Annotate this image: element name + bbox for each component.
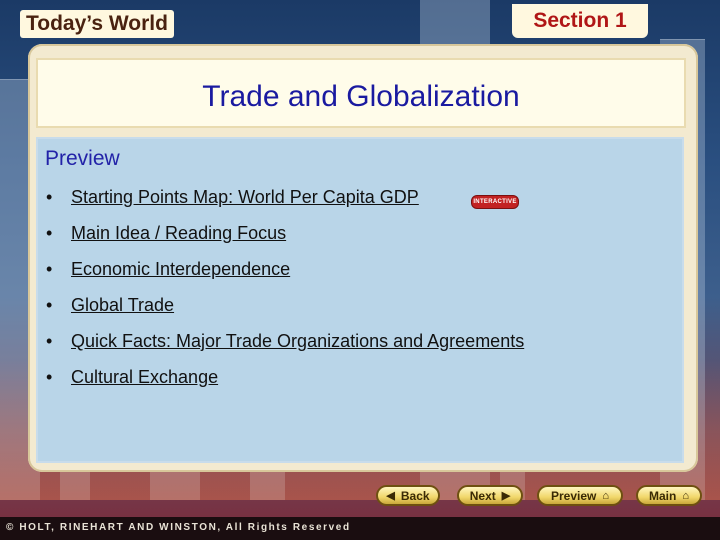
link-main-idea[interactable]: Main Idea / Reading Focus bbox=[71, 223, 286, 244]
arrow-right-icon: ▶ bbox=[501, 490, 511, 502]
next-button[interactable]: Next ▶ bbox=[457, 485, 523, 506]
home-icon: ⌂ bbox=[682, 489, 689, 502]
arrow-left-icon: ◀ bbox=[386, 490, 395, 502]
book-title: Today’s World bbox=[20, 10, 174, 38]
bullet: • bbox=[46, 295, 53, 315]
preview-label: Preview bbox=[550, 488, 597, 503]
preview-button[interactable]: Preview ⌂ bbox=[537, 485, 623, 506]
interactive-badge[interactable]: INTERACTIVE bbox=[471, 195, 519, 209]
home-icon: ⌂ bbox=[602, 489, 610, 502]
bullet: • bbox=[46, 331, 53, 351]
bullet: • bbox=[46, 367, 53, 387]
next-label: Next bbox=[469, 488, 496, 503]
back-button[interactable]: ◀ Back bbox=[376, 485, 440, 506]
bullet: • bbox=[46, 223, 53, 243]
copyright-text: © HOLT, RINEHART AND WINSTON, All Rights… bbox=[6, 522, 351, 533]
link-global-trade[interactable]: Global Trade bbox=[71, 295, 174, 316]
link-starting-points-map[interactable]: Starting Points Map: World Per Capita GD… bbox=[71, 187, 419, 208]
page-title: Trade and Globalization bbox=[202, 80, 520, 113]
title-panel: Trade and Globalization bbox=[36, 58, 686, 128]
main-button[interactable]: Main ⌂ bbox=[636, 485, 702, 506]
link-quick-facts[interactable]: Quick Facts: Major Trade Organizations a… bbox=[71, 331, 524, 352]
preview-heading: Preview bbox=[45, 147, 120, 170]
footer-bar: © HOLT, RINEHART AND WINSTON, All Rights… bbox=[0, 517, 720, 540]
preview-panel: Preview • Starting Points Map: World Per… bbox=[36, 137, 684, 463]
link-cultural-exchange[interactable]: Cultural Exchange bbox=[71, 367, 218, 388]
section-label: Section 1 bbox=[512, 4, 648, 38]
back-label: Back bbox=[400, 488, 430, 503]
link-economic-interdependence[interactable]: Economic Interdependence bbox=[71, 259, 290, 280]
bullet: • bbox=[46, 259, 53, 279]
main-label: Main bbox=[649, 488, 677, 503]
bullet: • bbox=[46, 187, 53, 207]
